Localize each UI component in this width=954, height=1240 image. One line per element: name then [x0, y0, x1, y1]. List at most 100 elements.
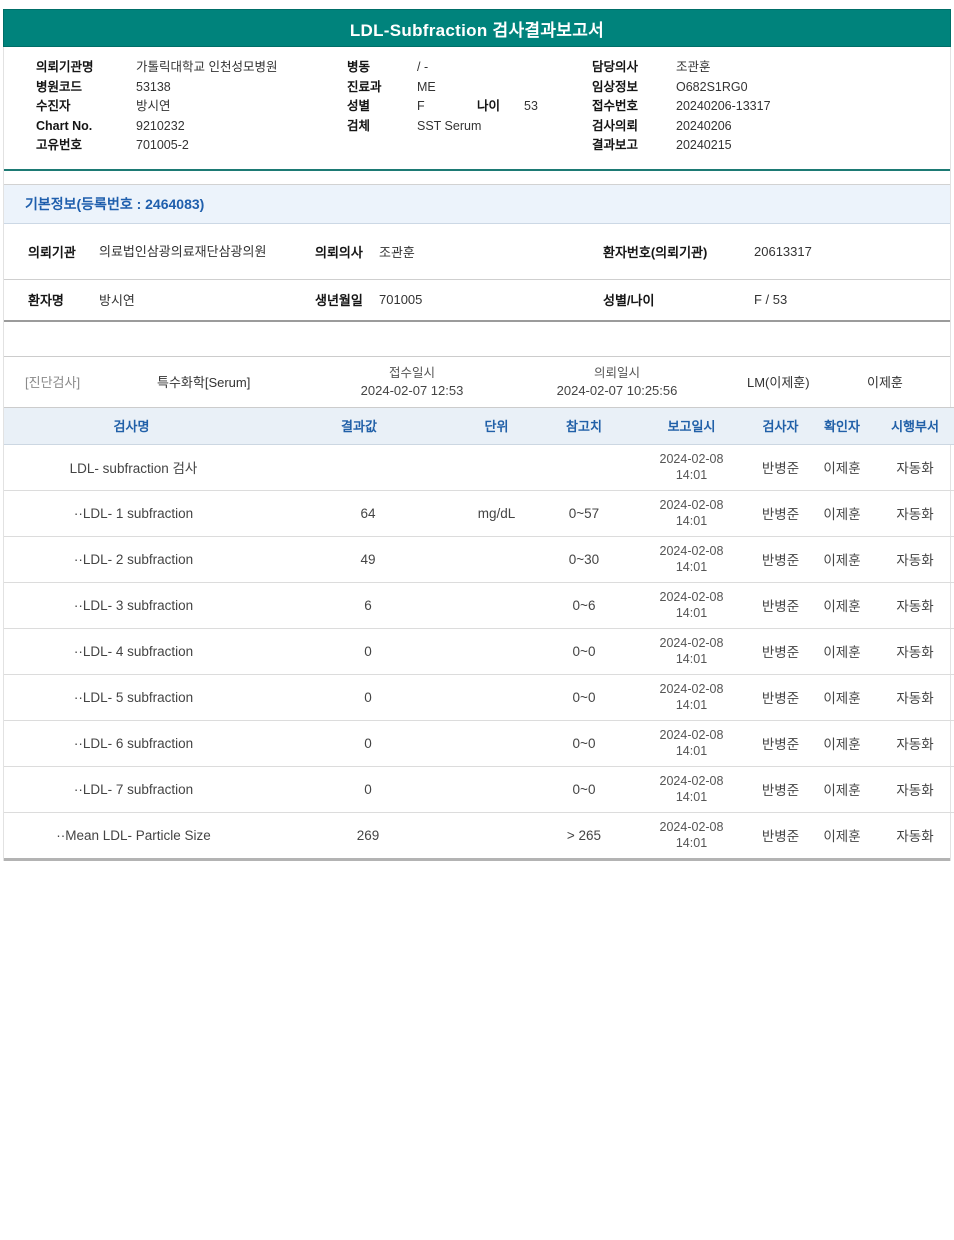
reference-range: 0~6 [534, 582, 634, 628]
field-label: 생년월일 [291, 280, 379, 322]
header-field: 검사의뢰20240206 [592, 117, 950, 137]
field-value: SST Serum [417, 117, 481, 137]
request-time: 2024-02-07 10:25:56 [512, 382, 722, 399]
tester: 반병준 [749, 490, 812, 536]
report-datetime: 2024-02-0814:01 [634, 490, 749, 536]
result-value: 49 [259, 536, 459, 582]
field-label: 고유번호 [36, 136, 136, 156]
tester: 반병준 [749, 582, 812, 628]
test-name: ··LDL- 4 subfraction [4, 628, 259, 674]
confirmer-name: 이제훈 [837, 372, 950, 391]
header-col-middle: 병동/ - 진료과ME 성별F나이53 검체SST Serum [347, 58, 592, 156]
confirmer: 이제훈 [812, 582, 872, 628]
test-name: ··LDL- 2 subfraction [4, 536, 259, 582]
header-field: 검체SST Serum [347, 117, 592, 137]
field-label: 진료과 [347, 78, 417, 98]
header-field: 병동/ - [347, 58, 592, 78]
unit [459, 674, 534, 720]
col-header-reference: 참고치 [534, 407, 634, 444]
col-header-report-time: 보고일시 [634, 407, 749, 444]
field-value: 20240206-13317 [676, 97, 771, 117]
field-label: 수진자 [36, 97, 136, 117]
header-field: 수진자방시연 [36, 97, 347, 117]
field-label: 담당의사 [592, 58, 676, 78]
col-header-unit: 단위 [459, 407, 534, 444]
header-field: Chart No.9210232 [36, 117, 347, 137]
result-row: ··LDL- 2 subfraction 49 0~30 2024-02-081… [4, 536, 954, 582]
department: 자동화 [872, 582, 954, 628]
basic-info-title: 기본정보(등록번호 : 2464083) [25, 196, 204, 212]
header-field-sex-age: 성별F나이53 [347, 97, 592, 117]
header-field: 접수번호20240206-13317 [592, 97, 950, 117]
col-header-confirmer: 확인자 [812, 407, 872, 444]
department: 자동화 [872, 766, 954, 812]
tester: 반병준 [749, 536, 812, 582]
report-datetime: 2024-02-0814:01 [634, 720, 749, 766]
field-value: 방시연 [99, 280, 291, 322]
field-value: 조관훈 [676, 58, 711, 78]
result-value: 0 [259, 674, 459, 720]
reference-range: 0~30 [534, 536, 634, 582]
confirmer: 이제훈 [812, 720, 872, 766]
result-row: LDL- subfraction 검사 2024-02-0814:01 반병준 … [4, 444, 954, 490]
reference-range: 0~0 [534, 628, 634, 674]
result-value [259, 444, 459, 490]
receipt-time: 2024-02-07 12:53 [312, 382, 512, 399]
unit [459, 720, 534, 766]
field-label: 환자명 [4, 280, 99, 322]
header-field: 진료과ME [347, 78, 592, 98]
confirmer: 이제훈 [812, 812, 872, 858]
department: 자동화 [872, 490, 954, 536]
confirmer: 이제훈 [812, 674, 872, 720]
field-value: ME [417, 78, 436, 98]
report-datetime: 2024-02-0814:01 [634, 766, 749, 812]
report-datetime: 2024-02-0814:01 [634, 628, 749, 674]
basic-info-section-header: 기본정보(등록번호 : 2464083) [4, 184, 950, 224]
department: 자동화 [872, 812, 954, 858]
report-datetime: 2024-02-0814:01 [634, 582, 749, 628]
field-value: 701005-2 [136, 136, 189, 156]
basic-info-table: 의뢰기관 의료법인삼광의료재단삼광의원 의뢰의사 조관훈 환자번호(의뢰기관) … [4, 224, 950, 322]
header-field: 고유번호701005-2 [36, 136, 347, 156]
field-label: 검사의뢰 [592, 117, 676, 137]
test-name: ··LDL- 6 subfraction [4, 720, 259, 766]
department: 자동화 [872, 674, 954, 720]
tester: 반병준 [749, 720, 812, 766]
result-value: 64 [259, 490, 459, 536]
field-value: / - [417, 58, 428, 78]
patient-header: 의뢰기관명가톨릭대학교 인천성모병원 병원코드53138 수진자방시연 Char… [4, 47, 950, 169]
confirmer: 이제훈 [812, 490, 872, 536]
field-label: 접수번호 [592, 97, 676, 117]
result-value: 269 [259, 812, 459, 858]
field-label: 의뢰기관명 [36, 58, 136, 78]
field-label: Chart No. [36, 117, 136, 137]
field-value: 조관훈 [379, 224, 579, 280]
test-name: ··LDL- 1 subfraction [4, 490, 259, 536]
test-name: ··LDL- 7 subfraction [4, 766, 259, 812]
header-field: 담당의사조관훈 [592, 58, 950, 78]
field-label: 결과보고 [592, 136, 676, 156]
report-datetime: 2024-02-0814:01 [634, 536, 749, 582]
reader-name: LM(이제훈) [722, 372, 837, 391]
col-header-test-name: 검사명 [4, 407, 259, 444]
request-label: 의뢰일시 [512, 365, 722, 382]
test-category: [진단검사] [4, 372, 157, 391]
field-value: F [417, 97, 477, 117]
tester: 반병준 [749, 812, 812, 858]
result-row: ··LDL- 3 subfraction 6 0~6 2024-02-0814:… [4, 582, 954, 628]
header-col-right: 담당의사조관훈 임상정보O682S1RG0 접수번호20240206-13317… [592, 58, 950, 156]
unit: mg/dL [459, 490, 534, 536]
confirmer: 이제훈 [812, 628, 872, 674]
reference-range: 0~0 [534, 720, 634, 766]
receipt-label: 접수일시 [312, 365, 512, 382]
col-header-result: 결과값 [259, 407, 459, 444]
test-name: LDL- subfraction 검사 [4, 444, 259, 490]
field-value: 20240215 [676, 136, 732, 156]
report-datetime: 2024-02-0814:01 [634, 674, 749, 720]
report-body: 의뢰기관명가톨릭대학교 인천성모병원 병원코드53138 수진자방시연 Char… [3, 47, 951, 861]
department: 자동화 [872, 628, 954, 674]
field-value: 의료법인삼광의료재단삼광의원 [99, 224, 291, 280]
reference-range [534, 444, 634, 490]
report-title-bar: LDL-Subfraction 검사결과보고서 [3, 9, 951, 47]
reference-range: 0~0 [534, 766, 634, 812]
